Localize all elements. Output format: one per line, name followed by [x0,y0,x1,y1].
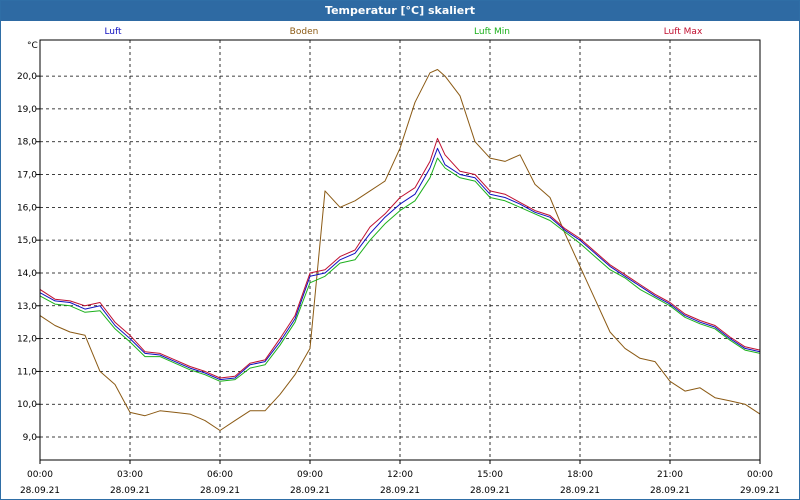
y-axis-unit-label: °C [27,41,38,51]
y-tick-label: 12,0 [17,335,37,345]
y-tick-label: 19,0 [17,105,37,115]
x-tick-date-label: 28.09.21 [200,486,240,496]
y-tick-label: 13,0 [17,302,37,312]
x-tick-date-label: 28.09.21 [290,486,330,496]
y-tick-label: 10,0 [17,400,37,410]
x-tick-time-label: 12:00 [387,470,413,480]
y-tick-label: 17,0 [17,171,37,181]
temperature-chart: °C 9,0 10,0 11,0 12,0 13,0 14,0 15,0 16,0 17,0 18… [17,27,780,496]
x-tick-time-label: 18:00 [567,470,593,480]
x-tick-time-label: 09:00 [297,470,323,480]
y-tick-label: 11,0 [17,367,37,377]
x-tick-time-label: 00:00 [747,470,773,480]
x-tick-date-label: 28.09.21 [470,486,510,496]
x-tick-date-label: 29.09.21 [740,486,780,496]
x-tick-date-label: 28.09.21 [560,486,600,496]
y-tick-label: 15,0 [17,236,37,246]
x-tick-time-label: 03:00 [117,470,143,480]
legend-entry-luft: Luft [104,27,122,37]
x-tick-time-label: 06:00 [207,470,233,480]
y-tick-label: 9,0 [23,433,38,443]
y-tick-label: 18,0 [17,138,37,148]
y-tick-label: 14,0 [17,269,37,279]
y-tick-label: 20,0 [17,72,37,82]
x-tick-date-label: 28.09.21 [20,486,60,496]
x-tick-time-label: 15:00 [477,470,503,480]
x-tick-time-label: 00:00 [27,470,53,480]
legend-entry-luft-max: Luft Max [664,27,703,37]
legend-entry-boden: Boden [290,27,319,37]
legend: Luft Boden Luft Min Luft Max [104,27,703,37]
x-tick-date-label: 28.09.21 [650,486,690,496]
y-tick-label: 16,0 [17,203,37,213]
y-axis-ticks: 9,0 10,0 11,0 12,0 13,0 14,0 15,0 16,0 17,0 18,0 1… [17,72,40,443]
x-tick-date-label: 28.09.21 [110,486,150,496]
x-tick-time-label: 21:00 [657,470,683,480]
x-axis-ticks: 00:00 28.09.21 03:00 28.09.21 06:00 28.09.21 0… [20,460,780,496]
legend-entry-luft-min: Luft Min [474,27,510,37]
x-tick-date-label: 28.09.21 [380,486,420,496]
chart-window: Temperatur [°C] skaliert °C 9,0 10,0 11,0 1… [0,0,800,500]
